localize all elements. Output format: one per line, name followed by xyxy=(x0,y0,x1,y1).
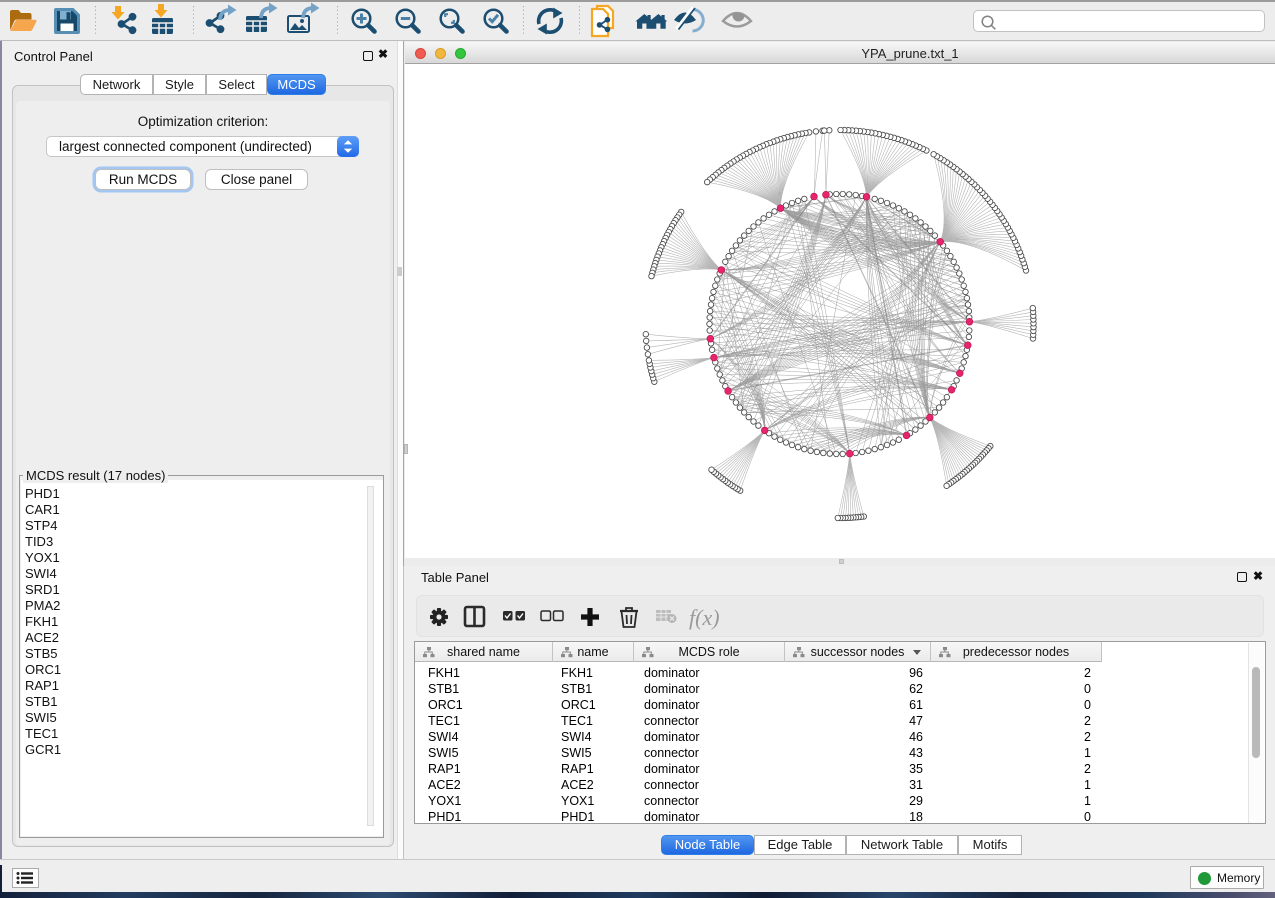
svg-text:f(x): f(x) xyxy=(689,605,720,630)
